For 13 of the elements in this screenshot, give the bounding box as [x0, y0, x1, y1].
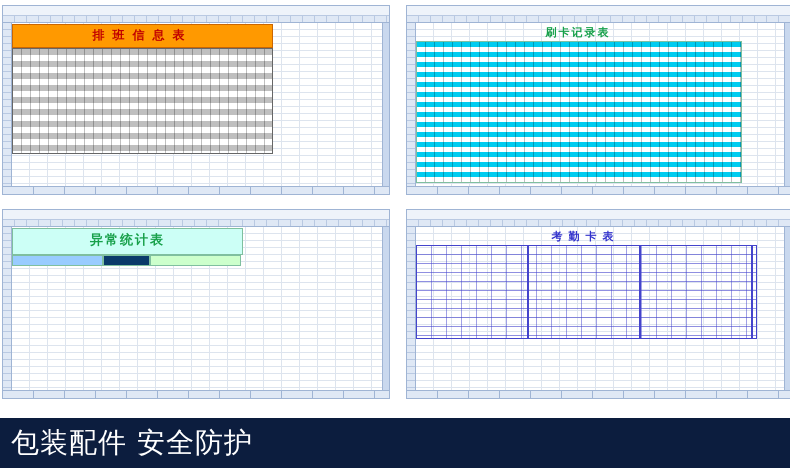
sheet-title: 刷卡记录表 — [545, 27, 610, 40]
sheet-title: 考勤卡表 — [551, 231, 620, 244]
sheet-tab-bar[interactable] — [3, 390, 389, 398]
banner-text: 包装配件 安全防护 — [11, 425, 253, 461]
sheet-title: 排班信息表 — [92, 29, 192, 43]
scrollbar[interactable] — [784, 23, 790, 186]
sheet-title: 异常统计表 — [90, 234, 166, 249]
scrollbar[interactable] — [784, 227, 790, 390]
scrollbar[interactable] — [382, 23, 389, 186]
sheet-tab-bar[interactable] — [407, 186, 790, 194]
scrollbar[interactable] — [382, 227, 389, 390]
sheet-tab-bar[interactable] — [3, 186, 389, 194]
sheet-tab-bar[interactable] — [407, 390, 790, 398]
